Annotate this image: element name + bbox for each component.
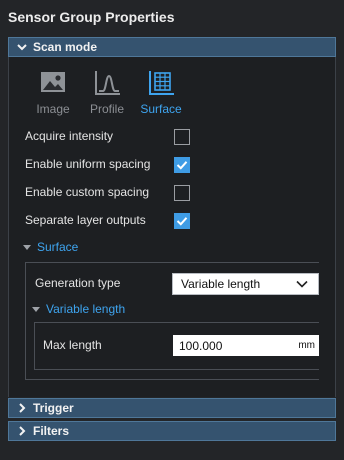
max-length-input[interactable]: 100.000 mm <box>173 335 319 356</box>
chevron-right-icon <box>19 426 26 436</box>
option-label-acquire-intensity: Acquire intensity <box>25 129 114 143</box>
mode-button-image[interactable]: Image <box>29 68 77 118</box>
trigger-section-header[interactable]: Trigger <box>8 398 336 418</box>
separate-layer-outputs-checkbox[interactable] <box>174 213 190 229</box>
generation-type-dropdown[interactable]: Variable length <box>172 273 319 295</box>
mode-label-profile: Profile <box>89 102 124 116</box>
chevron-down-icon <box>17 44 27 51</box>
profile-icon <box>95 71 120 95</box>
max-length-unit: mm <box>298 340 315 351</box>
generation-type-label: Generation type <box>35 276 121 290</box>
generation-type-value: Variable length <box>181 277 261 291</box>
mode-label-surface: Surface <box>140 102 182 116</box>
acquire-intensity-checkbox[interactable] <box>174 129 190 145</box>
checkmark-icon <box>176 217 188 226</box>
checkmark-icon <box>176 161 188 170</box>
option-label-enable-uniform-spacing: Enable uniform spacing <box>25 157 151 171</box>
scan-mode-section-header[interactable]: Scan mode <box>8 37 336 57</box>
triangle-down-icon <box>32 306 40 312</box>
option-label-separate-layer-outputs: Separate layer outputs <box>25 213 146 227</box>
surface-subsection-header[interactable]: Surface <box>23 240 78 254</box>
option-label-enable-custom-spacing: Enable custom spacing <box>25 185 150 199</box>
mode-button-profile[interactable]: Profile <box>83 68 131 118</box>
image-icon <box>41 72 65 92</box>
mode-button-surface[interactable]: Surface <box>137 68 185 118</box>
variable-length-subsection-label: Variable length <box>46 302 126 316</box>
enable-custom-spacing-checkbox[interactable] <box>174 185 190 201</box>
variable-length-subsection-header[interactable]: Variable length <box>32 302 125 316</box>
scan-mode-header-label: Scan mode <box>33 40 98 54</box>
triangle-down-icon <box>23 244 31 250</box>
surface-icon <box>149 71 174 95</box>
filters-section-header[interactable]: Filters <box>8 421 336 441</box>
mode-label-image: Image <box>36 102 70 116</box>
chevron-down-icon <box>296 280 308 288</box>
trigger-header-label: Trigger <box>33 401 74 415</box>
filters-header-label: Filters <box>33 424 70 438</box>
enable-uniform-spacing-checkbox[interactable] <box>174 157 190 173</box>
max-length-value: 100.000 <box>179 338 223 353</box>
chevron-right-icon <box>19 403 26 413</box>
surface-subsection-label: Surface <box>37 240 79 254</box>
panel-title: Sensor Group Properties <box>8 9 175 25</box>
max-length-label: Max length <box>43 338 102 352</box>
